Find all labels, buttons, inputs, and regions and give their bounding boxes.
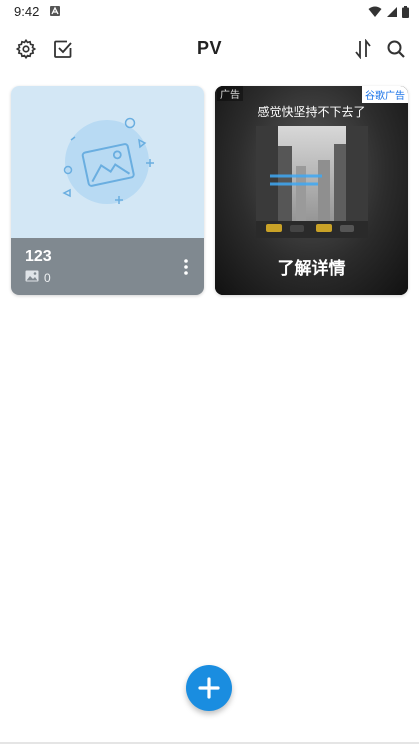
search-button[interactable] [382, 35, 410, 63]
more-vertical-icon [184, 259, 188, 275]
search-icon [387, 40, 405, 58]
album-count-row: 0 [25, 270, 51, 285]
ad-label: 广告 [217, 86, 243, 101]
plus-icon [198, 677, 220, 699]
album-thumbnail [11, 86, 204, 238]
sort-icon [355, 39, 371, 59]
signal-icon [386, 5, 398, 23]
status-bar: 9:42 [0, 0, 419, 24]
ad-cta-button[interactable]: 了解详情 [215, 254, 408, 279]
sort-button[interactable] [349, 35, 377, 63]
album-photo-count: 0 [44, 270, 51, 285]
album-footer: 123 0 [11, 238, 204, 295]
album-more-button[interactable] [176, 256, 196, 278]
photo-icon [25, 270, 39, 285]
add-album-button[interactable] [186, 665, 232, 711]
wifi-icon [368, 5, 382, 23]
album-name: 123 [25, 248, 52, 265]
image-placeholder-icon [62, 117, 154, 204]
ad-card[interactable]: 广告 谷歌广告 感觉快坚持不下去了 了解详情 [215, 86, 408, 295]
battery-icon [402, 5, 409, 23]
ad-image [256, 126, 368, 238]
ad-brand[interactable]: 谷歌广告 [362, 86, 408, 103]
app-bar: PV [0, 30, 419, 70]
status-time: 9:42 [14, 4, 40, 19]
status-indicators [368, 5, 409, 23]
notification-icon [50, 6, 60, 16]
ad-headline: 感觉快坚持不下去了 [257, 105, 366, 119]
album-card[interactable]: 123 0 [11, 86, 204, 295]
